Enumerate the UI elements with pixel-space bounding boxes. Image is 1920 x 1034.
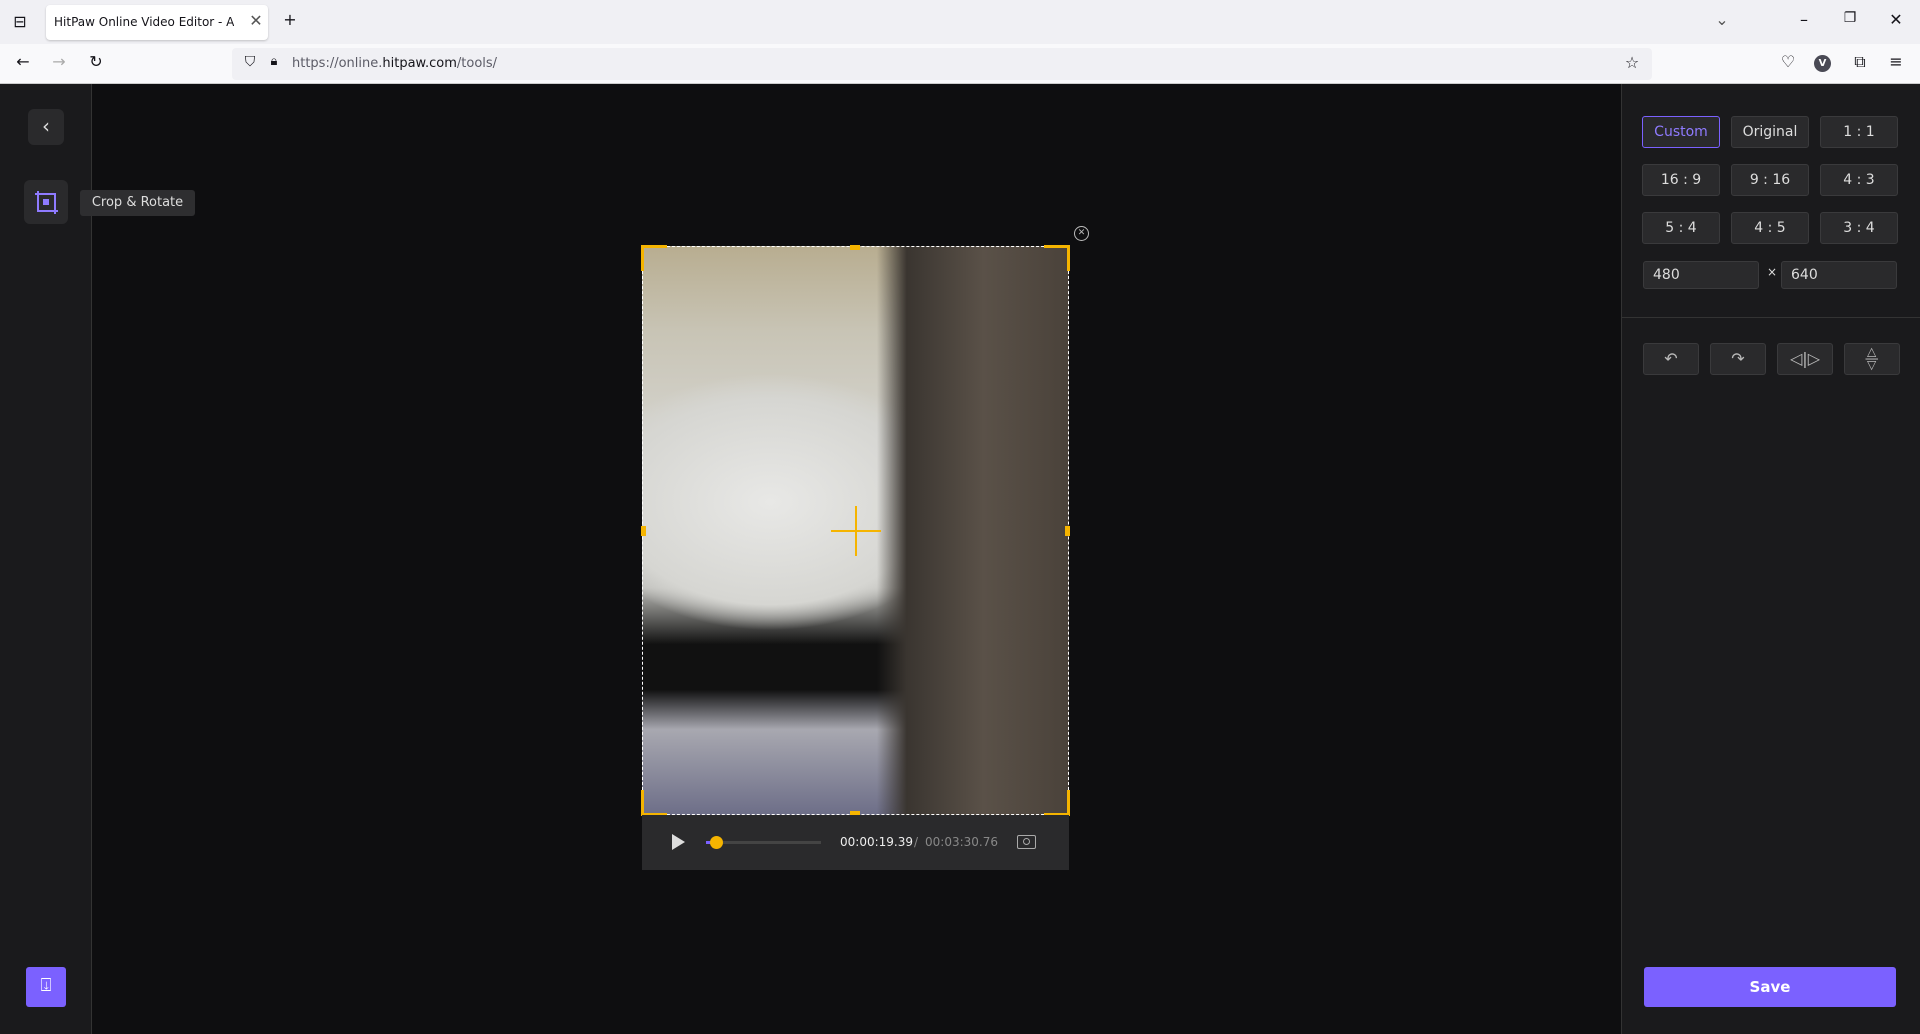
width-input[interactable]: 480 (1643, 261, 1759, 289)
pocket-icon[interactable]: ♡ (1776, 52, 1800, 71)
flip-vertical-button[interactable]: ◁|▷ (1844, 343, 1900, 375)
left-sidebar: ‹ Crop & Rotate ⍗ (0, 84, 195, 1034)
screenshot-camera-icon[interactable] (1017, 835, 1036, 849)
new-tab-icon[interactable]: + (278, 10, 302, 29)
tab-title: HitPaw Online Video Editor - All-in-one (54, 15, 234, 29)
ratio-custom-button[interactable]: Custom (1642, 116, 1720, 148)
lock-icon[interactable]: 🔒︎ (262, 54, 286, 69)
ratio-original-button[interactable]: Original (1731, 116, 1809, 148)
ratio-9-16-button[interactable]: 9 : 16 (1731, 164, 1809, 196)
url-domain: hitpaw.com (382, 56, 457, 71)
crop-handle-top[interactable] (850, 245, 860, 250)
browser-tab[interactable]: HitPaw Online Video Editor - All-in-one (46, 5, 268, 40)
menu-icon[interactable]: ≡ (1884, 52, 1908, 71)
tab-overflow-chevron-icon[interactable]: ⌄ (1710, 10, 1734, 29)
play-icon[interactable] (672, 834, 685, 850)
url-prefix: https://online. (292, 56, 383, 71)
minimize-icon[interactable]: – (1792, 10, 1816, 29)
rotate-right-icon: ↷ (1731, 349, 1745, 368)
time-separator: / (914, 835, 919, 849)
shield-icon[interactable]: ⛉ (238, 54, 262, 70)
forward-icon[interactable]: → (47, 52, 71, 71)
rotate-left-icon: ↶ (1664, 349, 1678, 368)
flip-horizontal-icon: ◁|▷ (1790, 349, 1820, 368)
crop-icon (35, 191, 58, 214)
divider (1622, 317, 1920, 318)
download-icon: ⍗ (40, 975, 52, 996)
save-button[interactable]: Save (1644, 967, 1896, 1007)
tab-close-icon[interactable]: ✕ (244, 11, 268, 30)
rotate-right-button[interactable]: ↷ (1710, 343, 1766, 375)
tooltip: Crop & Rotate (80, 190, 195, 216)
flip-vertical-icon: ◁|▷ (1865, 347, 1879, 371)
profile-avatar[interactable]: V (1814, 55, 1831, 72)
ratio-1-1-button[interactable]: 1 : 1 (1820, 116, 1898, 148)
height-input[interactable]: 640 (1781, 261, 1897, 289)
flip-horizontal-button[interactable]: ◁|▷ (1777, 343, 1833, 375)
back-icon[interactable]: ← (11, 52, 35, 71)
url-path: /tools/ (456, 56, 498, 71)
crop-handle-right[interactable] (1065, 526, 1070, 536)
ratio-16-9-button[interactable]: 16 : 9 (1642, 164, 1720, 196)
crop-rotate-tool-button[interactable] (24, 180, 68, 224)
close-crop-icon[interactable]: ✕ (1074, 226, 1089, 241)
times-label: × (1767, 265, 1778, 279)
ratio-3-4-button[interactable]: 3 : 4 (1820, 212, 1898, 244)
player-controls: 00:00:19.39 / 00:03:30.76 (642, 815, 1069, 870)
total-time: 00:03:30.76 (925, 835, 998, 849)
restore-icon[interactable]: ❐ (1838, 10, 1862, 26)
reload-icon[interactable]: ↻ (84, 52, 108, 71)
seek-handle[interactable] (710, 836, 723, 849)
rotate-left-button[interactable]: ↶ (1643, 343, 1699, 375)
crop-settings-panel: Custom Original 1 : 1 16 : 9 9 : 16 4 : … (1621, 84, 1920, 1034)
browser-tab-strip: ⊟ HitPaw Online Video Editor - All-in-on… (0, 0, 1920, 44)
navigation-bar: ← → ↻ ⛉ 🔒︎ https://online.hitpaw.com/too… (0, 44, 1920, 84)
seek-bar[interactable] (706, 836, 821, 849)
tab-list-icon[interactable]: ⊟ (8, 12, 32, 31)
ratio-4-5-button[interactable]: 4 : 5 (1731, 212, 1809, 244)
bookmark-star-icon[interactable]: ☆ (1620, 53, 1644, 72)
address-bar[interactable]: ⛉ 🔒︎ https://online.hitpaw.com/tools/ ☆ (232, 48, 1652, 80)
ratio-5-4-button[interactable]: 5 : 4 (1642, 212, 1720, 244)
crop-box[interactable] (641, 245, 1070, 816)
extensions-icon[interactable]: ⧉ (1848, 52, 1872, 72)
ratio-4-3-button[interactable]: 4 : 3 (1820, 164, 1898, 196)
crop-handle-left[interactable] (641, 526, 646, 536)
export-button[interactable]: ⍗ (26, 967, 66, 1007)
back-button[interactable]: ‹ (28, 109, 64, 145)
window-close-icon[interactable]: ✕ (1884, 10, 1908, 29)
current-time: 00:00:19.39 (840, 835, 913, 849)
